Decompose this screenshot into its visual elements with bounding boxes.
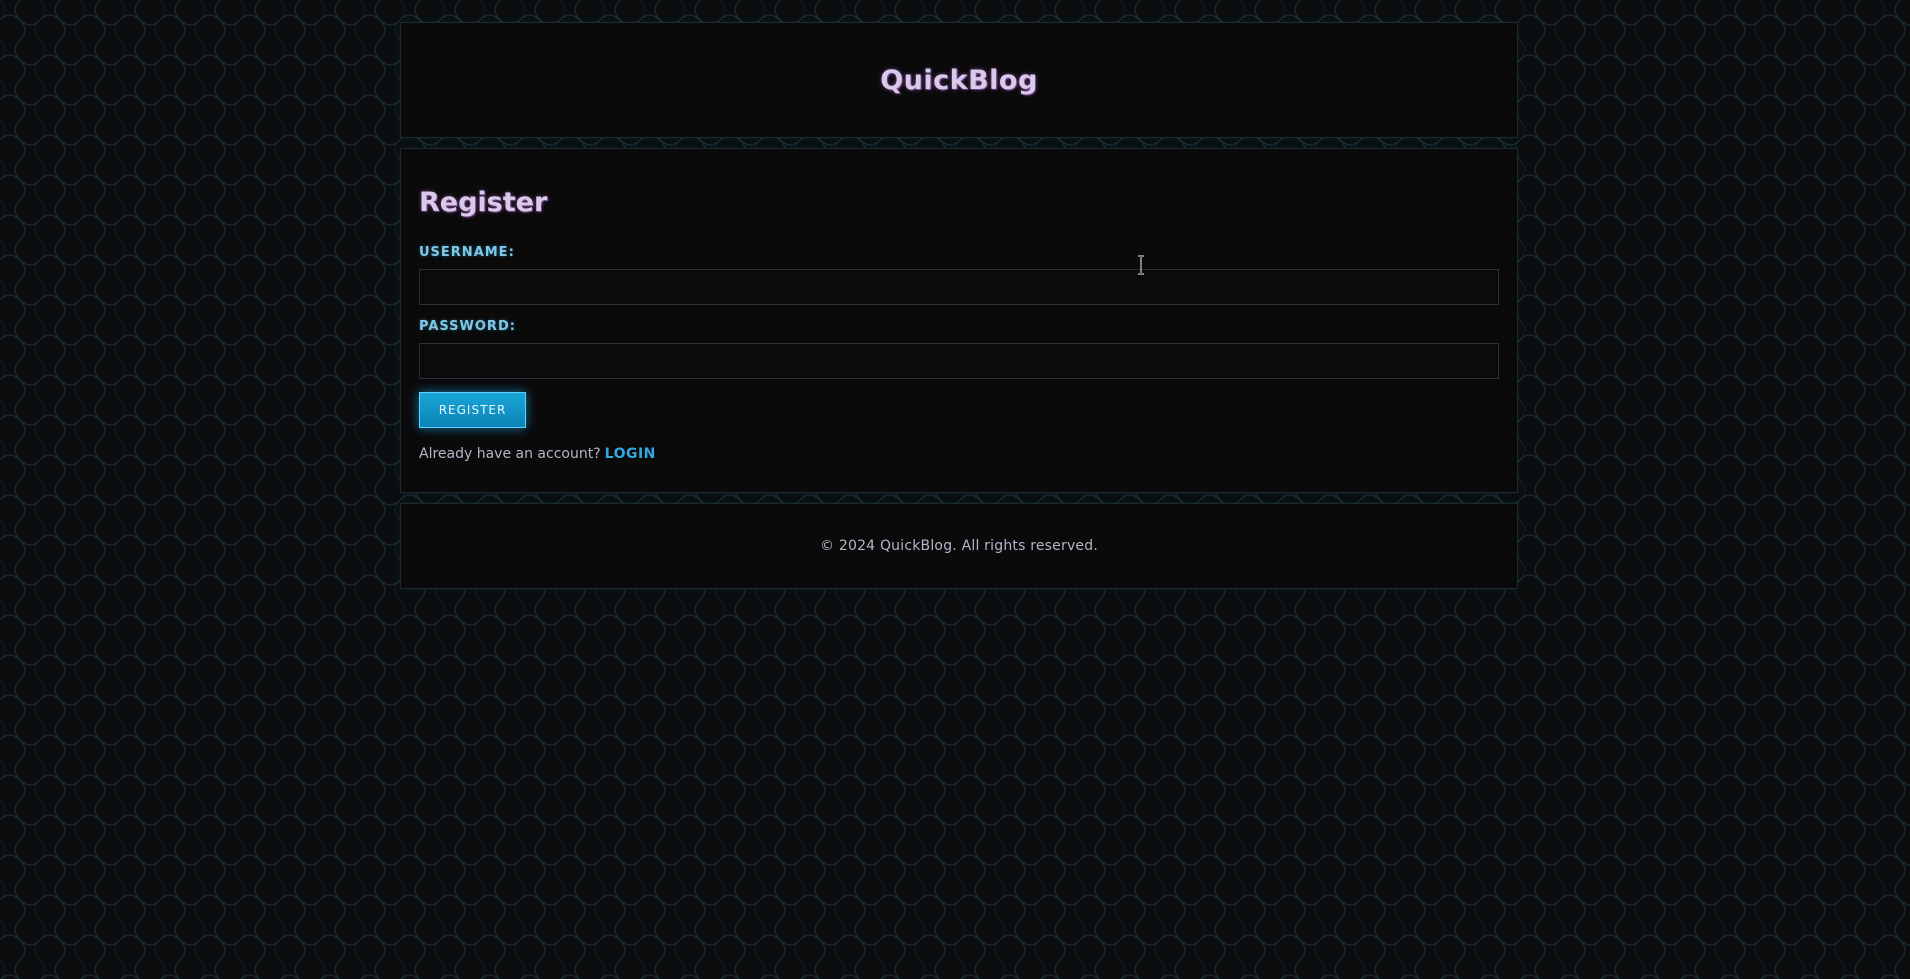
register-button[interactable]: REGISTER	[419, 392, 526, 428]
username-field[interactable]	[419, 269, 1499, 305]
text-cursor-icon	[1138, 255, 1144, 275]
username-label: USERNAME:	[419, 245, 515, 260]
register-panel: Register USERNAME: PASSWORD: REGISTER Al…	[400, 148, 1518, 493]
site-footer: © 2024 QuickBlog. All rights reserved.	[400, 503, 1518, 589]
login-prompt-text: Already have an account?	[419, 446, 601, 462]
page-title: Register	[419, 187, 548, 218]
login-link[interactable]: LOGIN	[605, 446, 656, 462]
site-header: QuickBlog	[400, 22, 1518, 138]
login-prompt: Already have an account? LOGIN	[419, 446, 656, 462]
page-container: QuickBlog Register USERNAME: PASSWORD: R…	[400, 22, 1518, 589]
password-label: PASSWORD:	[419, 319, 516, 334]
site-title[interactable]: QuickBlog	[880, 65, 1038, 96]
copyright-text: © 2024 QuickBlog. All rights reserved.	[820, 538, 1098, 554]
password-field[interactable]	[419, 343, 1499, 379]
